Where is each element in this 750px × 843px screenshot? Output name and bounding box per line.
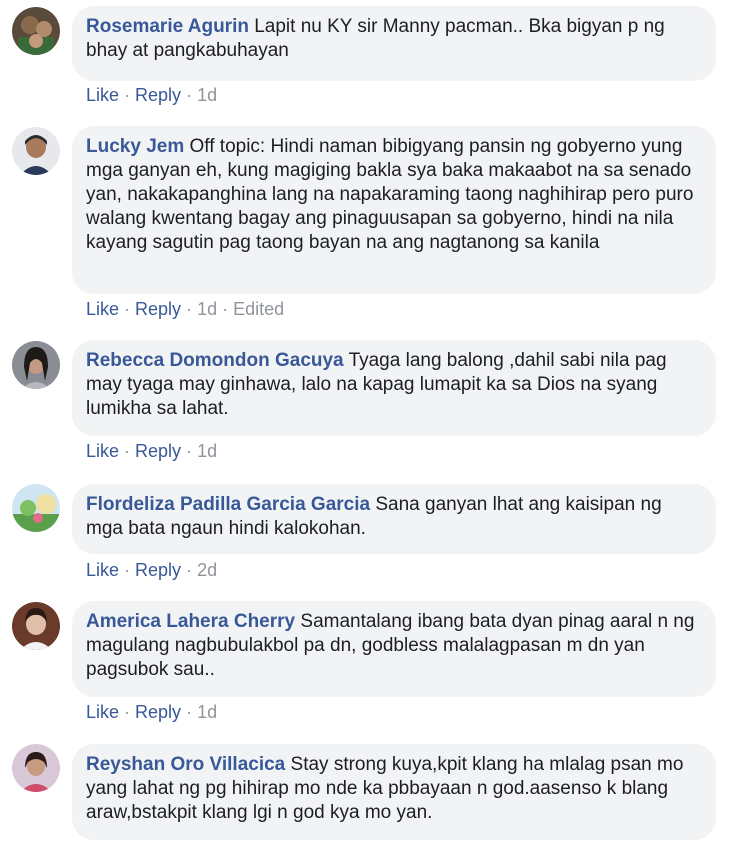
separator: · (186, 441, 193, 461)
timestamp[interactable]: 1d (197, 299, 217, 319)
comment-actions: Like · Reply · 1d · Edited (86, 299, 284, 320)
separator: · (124, 702, 131, 722)
separator: · (124, 85, 131, 105)
comment-author[interactable]: Reyshan Oro Villacica (86, 754, 285, 775)
avatar[interactable] (12, 484, 60, 532)
reply-link[interactable]: Reply (135, 299, 181, 319)
comment-actions: Like · Reply · 1d (86, 85, 217, 106)
avatar[interactable] (12, 602, 60, 650)
timestamp[interactable]: 1d (197, 702, 217, 722)
reply-link[interactable]: Reply (135, 441, 181, 461)
comment-bubble: Lucky Jem Off topic: Hindi naman bibigya… (72, 126, 716, 294)
comment-bubble: America Lahera Cherry Samantalang ibang … (72, 601, 716, 697)
separator: · (124, 560, 131, 580)
timestamp[interactable]: 1d (197, 441, 217, 461)
comment-author[interactable]: Rosemarie Agurin (86, 16, 249, 37)
comment-bubble: Rebecca Domondon Gacuya Tyaga lang balon… (72, 340, 716, 436)
like-link[interactable]: Like (86, 702, 119, 722)
timestamp[interactable]: 2d (197, 560, 217, 580)
comment-author[interactable]: Flordeliza Padilla Garcia Garcia (86, 494, 370, 515)
avatar[interactable] (12, 744, 60, 792)
comment-bubble: Reyshan Oro Villacica Stay strong kuya,k… (72, 744, 716, 840)
comment-actions: Like · Reply · 1d (86, 441, 217, 462)
like-link[interactable]: Like (86, 85, 119, 105)
separator: · (124, 441, 131, 461)
separator: · (186, 560, 193, 580)
comment-author[interactable]: Lucky Jem (86, 136, 184, 157)
reply-link[interactable]: Reply (135, 702, 181, 722)
comment-actions: Like · Reply · 1d (86, 702, 217, 723)
comment-bubble: Flordeliza Padilla Garcia Garcia Sana ga… (72, 484, 716, 554)
separator: · (124, 299, 131, 319)
timestamp[interactable]: 1d (197, 85, 217, 105)
comment-author[interactable]: Rebecca Domondon Gacuya (86, 350, 344, 371)
reply-link[interactable]: Reply (135, 85, 181, 105)
avatar[interactable] (12, 341, 60, 389)
comment-actions: Like · Reply · 2d (86, 560, 217, 581)
avatar[interactable] (12, 7, 60, 55)
like-link[interactable]: Like (86, 560, 119, 580)
like-link[interactable]: Like (86, 441, 119, 461)
like-link[interactable]: Like (86, 299, 119, 319)
reply-link[interactable]: Reply (135, 560, 181, 580)
separator: · (186, 85, 193, 105)
comment-author[interactable]: America Lahera Cherry (86, 611, 295, 632)
separator: · (222, 299, 229, 319)
edited-label[interactable]: Edited (233, 299, 284, 319)
comment-bubble: Rosemarie Agurin Lapit nu KY sir Manny p… (72, 6, 716, 81)
avatar[interactable] (12, 127, 60, 175)
separator: · (186, 702, 193, 722)
separator: · (186, 299, 193, 319)
